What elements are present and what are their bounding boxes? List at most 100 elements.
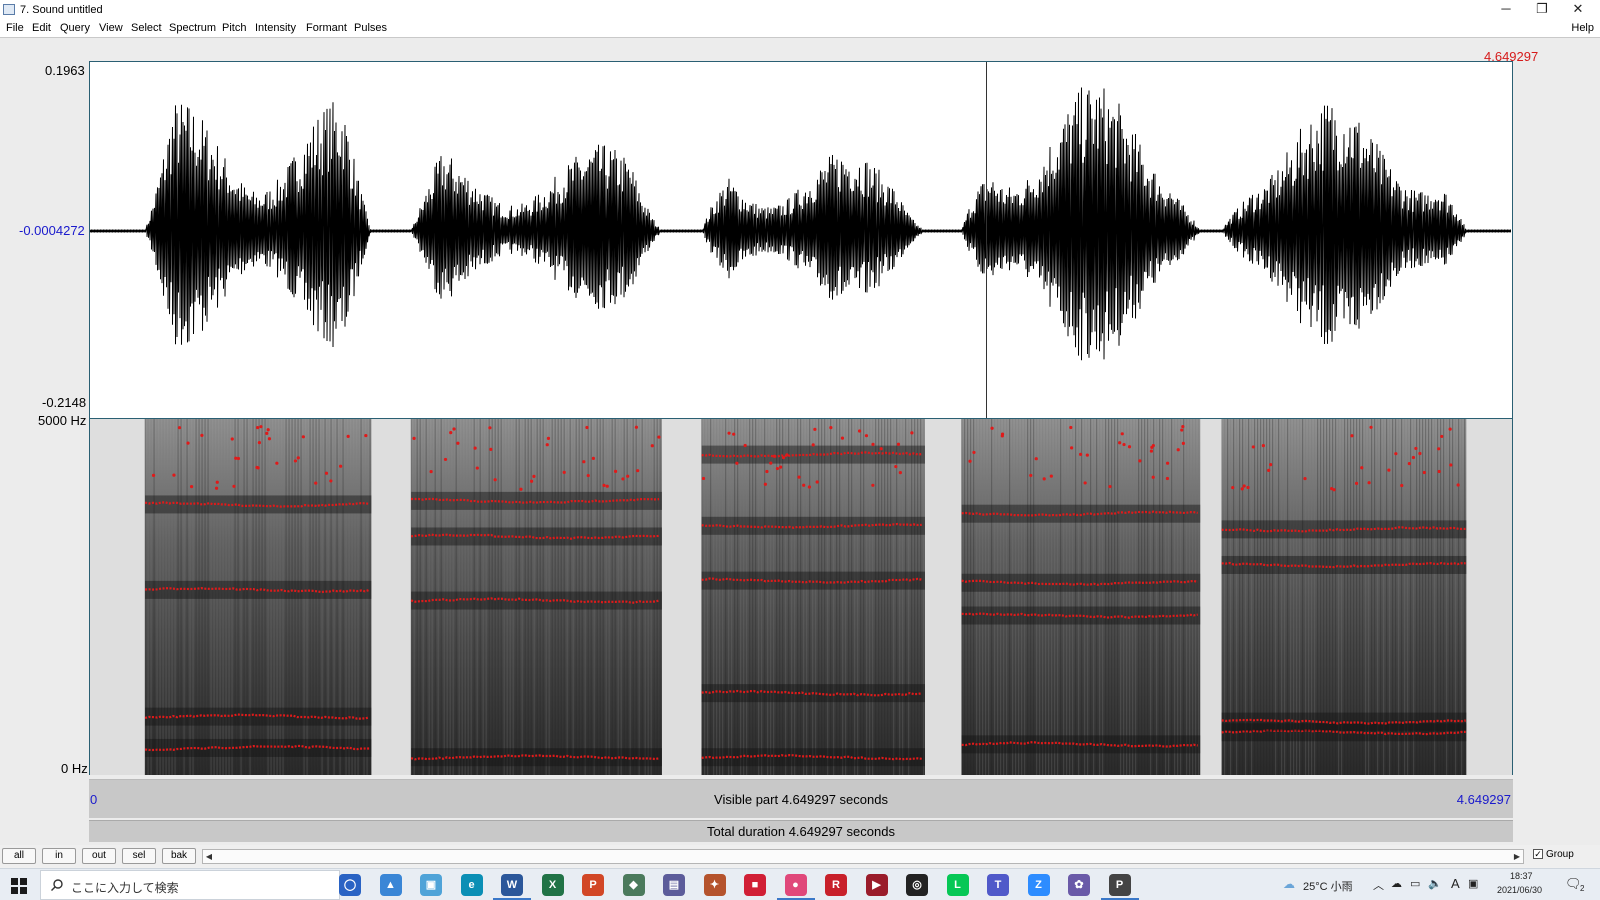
spectrogram-top-label: 5000 Hz	[38, 413, 87, 428]
taskbar-app-app-green-icon[interactable]: ◆	[622, 874, 645, 896]
formant-point	[151, 473, 156, 477]
menu-pitch[interactable]: Pitch	[222, 22, 246, 34]
waveform-max-label: 0.1963	[45, 63, 85, 78]
formant-point	[1149, 449, 1154, 453]
formant-point	[1127, 445, 1132, 449]
formant-point	[1354, 481, 1359, 485]
formant-point	[429, 469, 433, 474]
spectrogram-plot	[90, 419, 1512, 775]
formant-point	[172, 473, 176, 477]
ime-indicator[interactable]: A	[1451, 876, 1460, 891]
menu-formant[interactable]: Formant	[306, 22, 347, 34]
taskbar-app-word-icon[interactable]: W	[501, 874, 523, 896]
formant-point	[1367, 481, 1371, 485]
total-duration-bar[interactable]: Total duration 4.649297 seconds	[89, 820, 1513, 842]
zoom-all-button[interactable]: all	[2, 848, 36, 864]
formant-point	[779, 465, 783, 469]
network-icon[interactable]: ▭	[1410, 877, 1420, 890]
taskbar-app-praat-icon[interactable]: P	[1108, 874, 1131, 896]
menu-view[interactable]: View	[99, 22, 123, 34]
menu-intensity[interactable]: Intensity	[255, 22, 296, 34]
taskbar-app-teams-icon[interactable]: T	[987, 874, 1009, 896]
formant-point	[1240, 487, 1244, 491]
tray-chevron-icon[interactable]: ︿	[1373, 877, 1384, 893]
formant-point	[1418, 451, 1422, 456]
formant-point	[1122, 442, 1126, 447]
taskbar-app-edge-icon[interactable]: e	[460, 874, 483, 896]
close-button[interactable]: ✕	[1560, 0, 1596, 20]
zoom-back-button[interactable]: bak	[162, 848, 196, 864]
waveform-panel[interactable]	[89, 61, 1513, 419]
formant-point	[449, 431, 453, 435]
clock-time[interactable]: 18:37	[1510, 871, 1533, 881]
weather-icon[interactable]: ☁	[1283, 877, 1295, 891]
group-check-icon[interactable]: ✓	[1533, 849, 1543, 860]
taskbar-app-control-panel-icon[interactable]: ▣	[420, 874, 442, 896]
taskbar-app-powerpoint-icon[interactable]: P	[582, 874, 604, 896]
formant-point	[456, 441, 460, 445]
formant-point	[626, 474, 630, 478]
formant-point	[1078, 452, 1083, 456]
taskbar-app-app-pink-icon[interactable]: ●	[784, 874, 807, 896]
formant-point	[186, 441, 190, 445]
zoom-toolbar: all in out sel bak ◀ ▶ ✓ Group	[0, 845, 1600, 867]
formant-point	[769, 461, 773, 465]
onedrive-icon[interactable]: ☁	[1391, 877, 1402, 890]
clock-date[interactable]: 2021/06/30	[1497, 885, 1542, 895]
taskbar-app-app-film-icon[interactable]: ▶	[865, 874, 888, 896]
formant-point	[802, 483, 806, 487]
menu-file[interactable]: File	[6, 22, 24, 34]
zoom-in-button[interactable]: in	[42, 848, 76, 864]
weather-text[interactable]: 25°C 小雨	[1303, 878, 1353, 894]
formant-point	[301, 435, 305, 439]
formant-point	[1242, 484, 1246, 488]
restore-button[interactable]: ❐	[1524, 0, 1560, 20]
formant-point	[1180, 428, 1184, 432]
taskbar-app-app-disc-icon[interactable]: ◎	[906, 874, 928, 896]
formant-point	[1303, 476, 1307, 481]
menu-edit[interactable]: Edit	[32, 22, 51, 34]
horizontal-scrollbar[interactable]: ◀ ▶	[202, 849, 1524, 864]
formant-point	[772, 454, 777, 458]
formant-point	[585, 425, 589, 430]
formant-point	[1108, 484, 1112, 489]
menu-pulses[interactable]: Pulses	[354, 22, 387, 34]
ime-mode-icon[interactable]: ▣	[1468, 877, 1478, 890]
minimize-button[interactable]: ─	[1488, 0, 1524, 20]
formant-point	[546, 436, 551, 441]
menu-help[interactable]: Help	[1571, 22, 1594, 34]
taskbar-app-app-purple-icon[interactable]: ▤	[663, 874, 685, 896]
time-cursor[interactable]	[986, 62, 987, 418]
search-placeholder: ここに入力して検索	[71, 881, 179, 895]
spectrogram-panel[interactable]	[89, 419, 1513, 775]
formant-point	[412, 436, 416, 440]
menu-select[interactable]: Select	[131, 22, 162, 34]
menu-spectrum[interactable]: Spectrum	[169, 22, 216, 34]
taskbar-app-app-box-icon[interactable]: ■	[744, 874, 766, 896]
visible-part-bar[interactable]: 0 Visible part 4.649297 seconds 4.649297	[89, 779, 1513, 818]
zoom-sel-button[interactable]: sel	[122, 848, 156, 864]
formant-point	[586, 473, 590, 478]
taskbar-app-file-explorer-icon[interactable]: ▲	[379, 874, 402, 896]
zoom-out-button[interactable]: out	[82, 848, 116, 864]
taskbar-app-line-icon[interactable]: L	[946, 874, 969, 896]
formant-point	[1176, 448, 1180, 452]
scroll-right-icon[interactable]: ▶	[1511, 850, 1523, 863]
scroll-left-icon[interactable]: ◀	[203, 850, 215, 863]
menu-query[interactable]: Query	[60, 22, 90, 34]
taskbar-app-app-r-icon[interactable]: R	[825, 874, 847, 896]
formant-point	[475, 466, 479, 470]
taskbar-app-app-flower-icon[interactable]: ✿	[1068, 874, 1090, 896]
taskbar-app-app-compass-icon[interactable]: ✦	[703, 874, 726, 896]
formant-point	[1085, 453, 1089, 457]
formant-point	[910, 431, 914, 435]
formant-point	[701, 476, 706, 481]
volume-icon[interactable]: 🔈	[1428, 877, 1442, 890]
taskbar-search-input[interactable]: ここに入力して検索	[40, 870, 340, 900]
formant-point	[1181, 424, 1185, 429]
taskbar-app-zoom-icon[interactable]: Z	[1027, 874, 1050, 896]
taskbar-app-cortana-icon[interactable]: ◯	[339, 874, 361, 896]
taskbar-app-excel-icon[interactable]: X	[541, 874, 564, 896]
group-checkbox[interactable]: ✓ Group	[1533, 849, 1574, 860]
windows-start-icon[interactable]	[11, 878, 27, 894]
